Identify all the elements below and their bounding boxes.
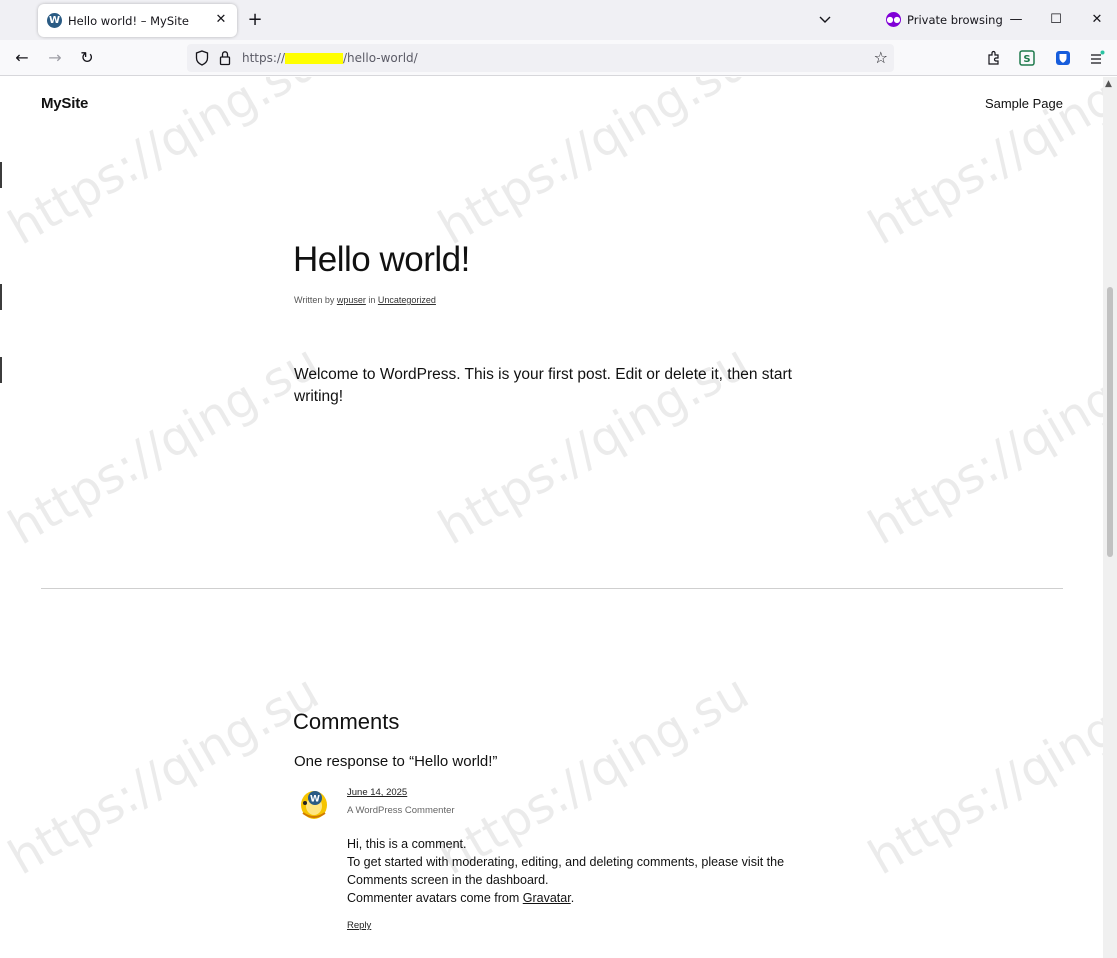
lock-icon[interactable] [219, 50, 231, 66]
list-all-tabs-chevron-icon[interactable] [816, 12, 834, 28]
bitwarden-shield-icon[interactable] [1054, 49, 1072, 67]
watermark: https://qing.su [859, 333, 1103, 557]
private-browsing-indicator: ●● Private browsing [886, 12, 1003, 27]
extensions-puzzle-icon[interactable] [985, 49, 1003, 67]
url-scheme: https:// [242, 51, 286, 65]
comment-body: Hi, this is a comment. To get started wi… [347, 835, 817, 907]
minimize-button[interactable]: — [1006, 10, 1026, 30]
wordpress-favicon-icon: W [47, 13, 62, 28]
tab-bar: W Hello world! – MySite ✕ + ●● Private b… [0, 0, 1117, 40]
new-tab-button[interactable]: + [246, 11, 264, 29]
watermark: https://qing.su [0, 663, 329, 887]
url-text[interactable]: https:// /hello-world/ [242, 51, 418, 65]
site-title-link[interactable]: MySite [41, 95, 88, 112]
tracking-shield-icon[interactable] [195, 50, 209, 66]
comment-line-text: Commenter avatars come from [347, 891, 523, 905]
content-separator [41, 588, 1063, 589]
comment-date-link[interactable]: June 14, 2025 [347, 787, 407, 798]
gravatar-link[interactable]: Gravatar [523, 891, 571, 905]
scrollbar-thumb[interactable] [1107, 287, 1113, 557]
comments-heading: Comments [293, 709, 400, 734]
address-bar[interactable]: https:// /hello-world/ ☆ [187, 44, 894, 72]
close-tab-icon[interactable]: ✕ [213, 12, 229, 28]
watermark: https://qing.su [0, 333, 329, 557]
svg-text:W: W [310, 795, 320, 805]
post-meta: Written by wpuser in Uncategorized [294, 295, 436, 305]
page-viewport: https://qing.su https://qing.su https://… [0, 77, 1103, 958]
url-path: /hello-world/ [343, 51, 418, 65]
maximize-button[interactable]: ☐ [1046, 10, 1066, 30]
left-edge-mark [0, 357, 2, 383]
left-edge-mark [0, 162, 2, 188]
comment-line: Commenter avatars come from Gravatar. [347, 889, 817, 907]
tab-title: Hello world! – MySite [68, 13, 189, 28]
commenter-avatar: W [301, 791, 327, 819]
scroll-up-arrow-icon[interactable]: ▲ [1105, 79, 1112, 89]
nav-link-sample-page[interactable]: Sample Page [985, 96, 1063, 111]
responses-count-heading: One response to “Hello world!” [294, 753, 498, 770]
page-scrollbar[interactable]: ▲ [1103, 77, 1117, 958]
reload-icon[interactable]: ↻ [77, 48, 97, 68]
url-redaction [285, 53, 344, 64]
back-arrow-icon[interactable]: ← [12, 48, 32, 68]
private-mask-icon: ●● [886, 12, 901, 27]
category-link[interactable]: Uncategorized [378, 295, 436, 305]
comment-author: A WordPress Commenter [347, 805, 455, 816]
author-link[interactable]: wpuser [337, 295, 366, 305]
left-edge-mark [0, 284, 2, 310]
post-title: Hello world! [293, 240, 470, 279]
meta-written-by: Written by [294, 295, 337, 305]
reply-link[interactable]: Reply [347, 920, 371, 931]
comment-line-text: . [570, 891, 575, 905]
close-window-button[interactable]: ✕ [1087, 10, 1107, 30]
watermark: https://qing.su [429, 77, 759, 257]
app-menu-icon[interactable] [1088, 49, 1106, 67]
forward-arrow-icon[interactable]: → [45, 48, 65, 68]
post-content: Welcome to WordPress. This is your first… [294, 366, 792, 405]
private-browsing-label: Private browsing [907, 12, 1003, 27]
watermark: https://qing.su [859, 77, 1103, 257]
s-extension-icon[interactable]: S [1018, 49, 1036, 67]
svg-text:S: S [1023, 54, 1030, 65]
watermark: https://qing.su [859, 663, 1103, 887]
active-tab[interactable]: W Hello world! – MySite ✕ [38, 4, 237, 37]
comment-line: To get started with moderating, editing,… [347, 855, 785, 887]
navigation-toolbar: ← → ↻ https:// /hello-world/ ☆ S [0, 40, 1117, 76]
bookmark-star-icon[interactable]: ☆ [874, 49, 888, 67]
meta-in: in [365, 295, 378, 305]
comment-line: Hi, this is a comment. [347, 837, 467, 851]
